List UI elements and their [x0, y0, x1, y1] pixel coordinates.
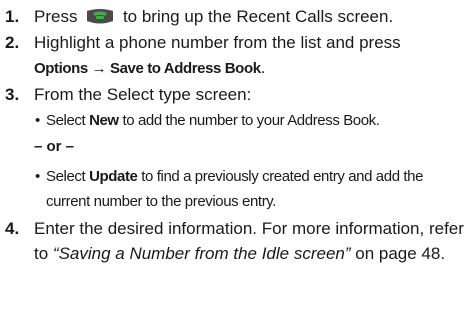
bullet-text: to add the number to your Address Book.	[118, 112, 380, 129]
step-number: 2.	[5, 33, 20, 52]
step-1-text-before: Press	[34, 7, 78, 26]
step-3-text: From the Select type screen:	[34, 85, 252, 104]
send-call-key-icon	[87, 9, 114, 24]
bullet-update: • Select Update to find a previously cre…	[0, 164, 468, 214]
menu-path: Options → Save to Address Book	[34, 60, 261, 77]
or-separator: – or –	[34, 138, 75, 155]
step-number: 4.	[5, 219, 20, 238]
bullet-text: Select	[46, 168, 90, 185]
step-1: 1. Press to bring up the Recent Calls sc…	[0, 4, 468, 29]
step-3: 3. From the Select type screen:	[0, 82, 468, 107]
step-1-text-after: to bring up the Recent Calls screen.	[122, 7, 394, 26]
bullet-option-update: Update	[89, 168, 138, 185]
step-2-text: Highlight a phone number from the list a…	[34, 33, 401, 52]
reference-page: on page 48.	[350, 244, 446, 263]
bullet-text: Select	[46, 112, 90, 129]
step-4: 4. Enter the desired information. For mo…	[0, 216, 468, 266]
instruction-document: 1. Press to bring up the Recent Calls sc…	[0, 4, 468, 267]
bullet-dot: •	[35, 112, 40, 129]
bullet-option-new: New	[89, 112, 119, 129]
bullet-dot: •	[35, 168, 40, 185]
bullet-new: • Select New to add the number to your A…	[0, 108, 468, 133]
period: .	[260, 58, 266, 77]
step-2: 2. Highlight a phone number from the lis…	[0, 30, 468, 81]
step-number: 3.	[5, 85, 20, 104]
reference-title: “Saving a Number from the Idle screen”	[52, 244, 351, 263]
step-number: 1.	[5, 7, 20, 26]
